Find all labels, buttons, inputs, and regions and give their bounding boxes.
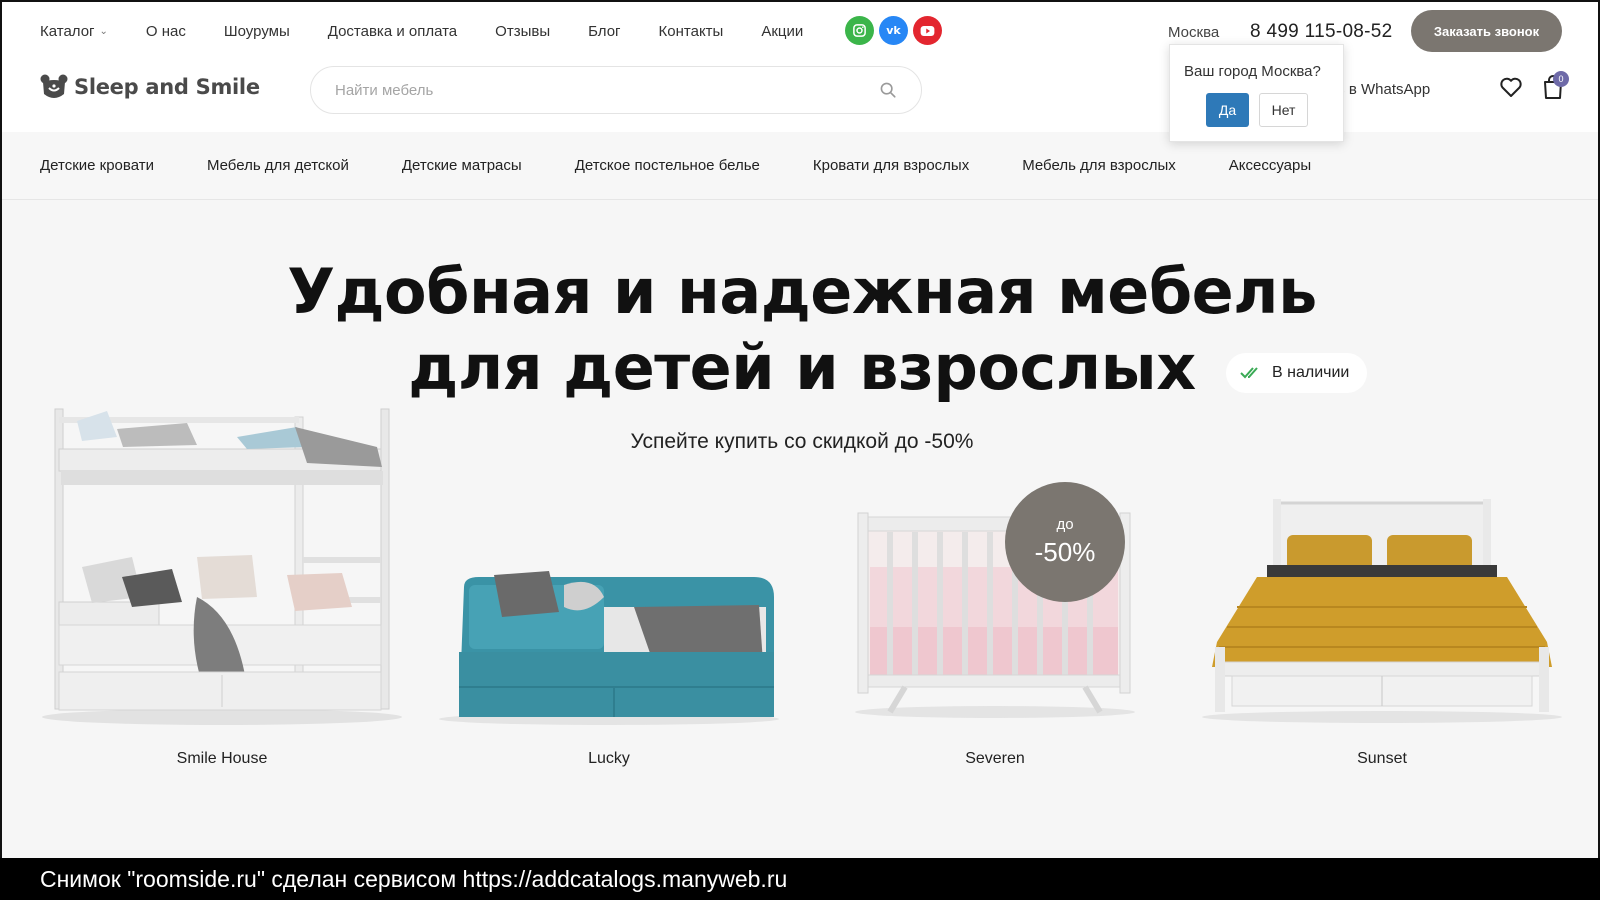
double-check-icon — [1240, 367, 1258, 379]
sofa-bed-image — [439, 571, 779, 725]
category-kids-beds[interactable]: Детские кровати — [40, 157, 154, 174]
nav-blog[interactable]: Блог — [588, 23, 620, 40]
crib-image — [855, 512, 1135, 718]
city-selector[interactable]: Москва — [1168, 24, 1219, 41]
logo[interactable]: Sleep and Smile — [40, 74, 260, 100]
screenshot-caption: Снимок "roomside.ru" сделан сервисом htt… — [0, 858, 1600, 900]
hero-title-line1: Удобная и надежная мебель — [287, 255, 1317, 328]
nav-catalog[interactable]: Каталог ⌄ — [40, 23, 108, 40]
youtube-icon[interactable] — [913, 16, 942, 45]
city-no-button[interactable]: Нет — [1259, 93, 1308, 127]
logo-bear-icon — [40, 74, 68, 98]
category-accessories[interactable]: Аксессуары — [1229, 157, 1311, 174]
bunk-bed-image — [42, 408, 402, 725]
chevron-down-icon: ⌄ — [99, 25, 108, 37]
city-confirm-popup: Ваш город Москва? Да Нет — [1169, 44, 1344, 142]
nav-catalog-label: Каталог — [40, 22, 95, 40]
vk-icon[interactable]: vk — [879, 16, 908, 45]
discount-prefix: до — [1056, 516, 1074, 533]
logo-text: Sleep and Smile — [74, 75, 260, 99]
header: Каталог ⌄ О нас Шоурумы Доставка и оплата… — [2, 2, 1598, 142]
product-name[interactable]: Severen — [810, 750, 1180, 768]
product-card[interactable]: Sunset — [1197, 407, 1567, 777]
search-input[interactable] — [335, 81, 879, 99]
top-nav: Каталог ⌄ О нас Шоурумы Доставка и оплата… — [40, 21, 841, 41]
cart-count-badge: 0 — [1553, 71, 1569, 87]
double-bed-image — [1202, 499, 1562, 723]
product-card[interactable]: Lucky — [424, 407, 794, 777]
instagram-icon[interactable] — [845, 16, 874, 45]
product-name[interactable]: Lucky — [424, 750, 794, 768]
discount-value: -50% — [1034, 537, 1096, 567]
nav-promotions[interactable]: Акции — [761, 23, 803, 40]
product-card[interactable]: Severen — [810, 407, 1180, 777]
city-question: Ваш город Москва? — [1184, 63, 1321, 80]
nav-contacts[interactable]: Контакты — [659, 23, 724, 40]
nav-showrooms[interactable]: Шоурумы — [224, 23, 290, 40]
product-card[interactable]: Smile House — [37, 407, 407, 777]
category-kids-mattresses[interactable]: Детские матрасы — [402, 157, 522, 174]
category-kids-furniture[interactable]: Мебель для детской — [207, 157, 349, 174]
heart-icon[interactable] — [1499, 76, 1523, 98]
phone-number[interactable]: 8 499 115-08-52 — [1250, 21, 1393, 43]
search-icon[interactable] — [879, 81, 897, 99]
nav-delivery[interactable]: Доставка и оплата — [328, 23, 457, 40]
social-links: vk — [845, 16, 942, 45]
category-adult-beds[interactable]: Кровати для взрослых — [813, 157, 969, 174]
category-adult-furniture[interactable]: Мебель для взрослых — [1022, 157, 1176, 174]
category-kids-bedding[interactable]: Детское постельное белье — [575, 157, 760, 174]
city-yes-button[interactable]: Да — [1206, 93, 1249, 127]
nav-about[interactable]: О нас — [146, 23, 186, 40]
search-box — [310, 66, 922, 114]
category-bar: Детские кровати Мебель для детской Детск… — [2, 132, 1598, 200]
product-name[interactable]: Smile House — [37, 750, 407, 768]
page-frame: Каталог ⌄ О нас Шоурумы Доставка и оплата… — [0, 0, 1600, 858]
product-name[interactable]: Sunset — [1197, 750, 1567, 768]
discount-badge: до -50% — [1005, 482, 1125, 602]
in-stock-badge: В наличии — [1226, 353, 1368, 393]
nav-reviews[interactable]: Отзывы — [495, 23, 550, 40]
hero-title-line2: для детей и взрослых — [408, 331, 1196, 404]
in-stock-label: В наличии — [1272, 364, 1350, 381]
callback-button[interactable]: Заказать звонок — [1411, 10, 1562, 52]
